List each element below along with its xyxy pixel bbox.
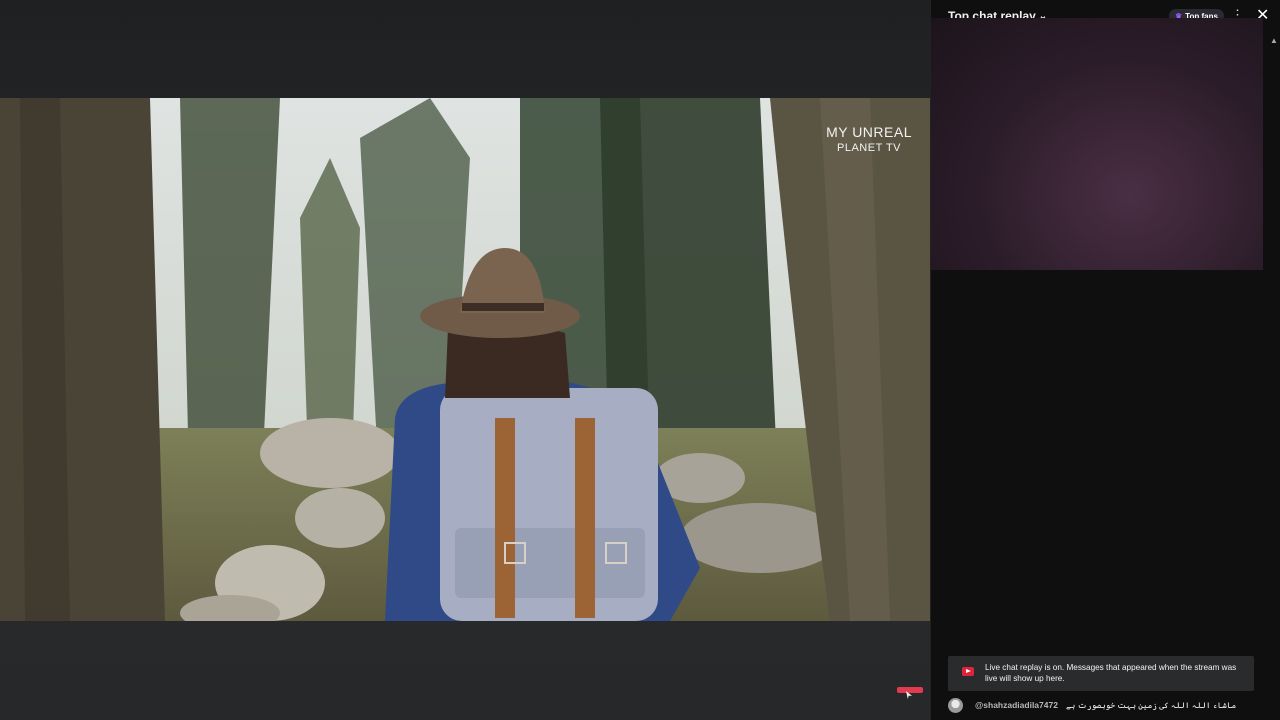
chat-message[interactable]: @shahzadiadila7472 ماشاء اللہ اللہ کی زم… — [948, 697, 1268, 713]
webcam-overlay — [931, 18, 1263, 270]
live-indicator-badge[interactable] — [897, 687, 923, 693]
chat-message-text: ماشاء اللہ اللہ کی زمین بہت خوبصورت ہے — [1065, 700, 1237, 710]
video-frame[interactable]: MY UNREAL PLANET TV — [0, 98, 930, 621]
scroll-up-arrow-icon[interactable]: ▲ — [1270, 36, 1278, 45]
youtube-icon — [962, 667, 974, 676]
chat-replay-notice: Live chat replay is on. Messages that ap… — [948, 656, 1254, 691]
watermark-line-2: PLANET TV — [837, 142, 902, 154]
chat-replay-notice-text: Live chat replay is on. Messages that ap… — [985, 663, 1237, 683]
video-scene — [0, 98, 930, 621]
avatar[interactable] — [948, 697, 963, 713]
channel-watermark: MY UNREAL PLANET TV — [826, 124, 912, 154]
chat-author[interactable]: @shahzadiadila7472 — [975, 700, 1058, 710]
watermark-line-1: MY UNREAL — [826, 124, 912, 140]
video-player[interactable]: MY UNREAL PLANET TV — [0, 0, 930, 720]
live-chat-panel: Top chat replay ⌄ ♛ Top fans ⋮ ✕ ▲ Live … — [930, 0, 1280, 720]
